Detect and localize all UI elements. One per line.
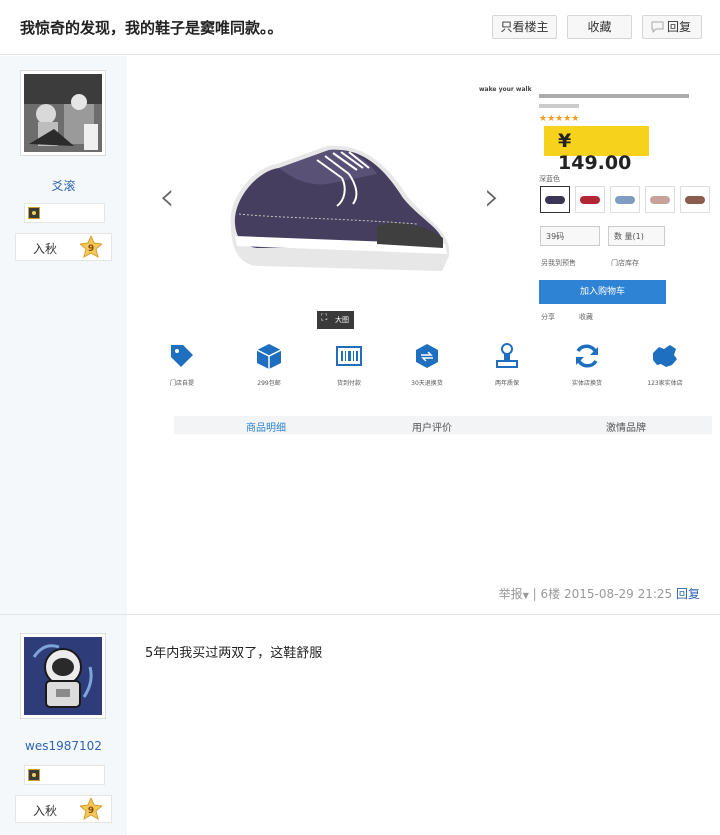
avatar-image: [24, 637, 102, 715]
swatch-navy[interactable]: [540, 186, 570, 213]
user-level: 入秋 9: [15, 795, 112, 823]
feature-cod: 货到付款: [319, 341, 379, 387]
post-content: ‹ › ⛶ 大图 wake your walk ★★★★★ ¥ 149.00 深…: [127, 56, 720, 614]
price: ¥ 149.00: [558, 130, 632, 174]
quantity-select[interactable]: 数 量(1): [608, 226, 665, 246]
swatch-pink[interactable]: [645, 186, 675, 213]
brand-tagline: wake your walk: [479, 86, 532, 93]
collect-label[interactable]: 收藏: [579, 312, 593, 322]
feature-stores: 123家实体店: [635, 341, 695, 387]
rating-stars: ★★★★★: [539, 114, 580, 124]
rank-name: 入秋: [33, 804, 58, 818]
post-content: 5年内我买过两双了，这鞋舒服: [127, 615, 720, 835]
feature-instore-exchange: 实体店换货: [557, 341, 617, 387]
badge-row: [24, 203, 105, 223]
feature-store-pickup: 门店自提: [152, 341, 212, 387]
feature-label: 两年质保: [494, 380, 519, 387]
dropdown-caret-icon: ▼: [522, 591, 529, 600]
feature-label: 货到付款: [336, 380, 361, 387]
tab-brand[interactable]: 激情品牌: [606, 419, 646, 434]
size-select[interactable]: 39码: [540, 226, 600, 246]
product-sub-blur: [539, 104, 579, 108]
post-floor-6: 爻滚 入秋 9 ‹ › ⛶ 大图 wake your walk ★★★★★ ¥ …: [0, 56, 720, 614]
username[interactable]: wes1987102: [0, 739, 127, 753]
feature-label: 实体店换货: [571, 380, 602, 387]
avatar[interactable]: [20, 633, 106, 719]
china-map-icon: [653, 345, 677, 367]
thread-title: 我惊奇的发现，我的鞋子是窦唯同款。。: [20, 19, 283, 37]
feature-warranty: 两年质保: [477, 341, 537, 387]
report-link[interactable]: 举报: [499, 587, 523, 601]
only-op-button[interactable]: 只看楼主: [492, 15, 557, 39]
price-tag: ¥ 149.00: [544, 126, 649, 174]
product-screenshot: ‹ › ⛶ 大图 wake your walk ★★★★★ ¥ 149.00 深…: [147, 66, 712, 434]
pickup-label[interactable]: 另我到预售: [541, 258, 576, 268]
feature-label: 30天退换货: [411, 380, 443, 387]
badge-row: [24, 765, 105, 785]
rank-name: 入秋: [33, 242, 58, 256]
post-reply-link[interactable]: 回复: [676, 587, 700, 601]
feature-label: 123家实体店: [647, 380, 683, 387]
post-text: 5年内我买过两双了，这鞋舒服: [145, 646, 323, 661]
prev-arrow-icon: ‹: [159, 174, 175, 220]
share-label[interactable]: 分享: [541, 312, 555, 322]
swatch-blue[interactable]: [610, 186, 640, 213]
swatch-brown[interactable]: [680, 186, 710, 213]
feature-free-shipping: 299包邮: [239, 341, 299, 387]
refresh-icon: [576, 344, 598, 368]
avatar-image: [24, 74, 102, 152]
level-star-icon: 9: [80, 798, 102, 820]
zoom-label: 大图: [335, 316, 349, 324]
meta-separator: |: [532, 587, 537, 601]
product-name-blur: [539, 94, 689, 98]
stamp-icon: [496, 343, 518, 368]
floor-number: 6楼: [540, 587, 561, 601]
store-stock-label[interactable]: 门店库存: [611, 258, 639, 268]
post-timestamp: 2015-08-29 21:25: [564, 587, 673, 601]
expand-icon: ⛶: [321, 313, 328, 323]
swatch-red[interactable]: [575, 186, 605, 213]
next-arrow-icon: ›: [484, 174, 500, 220]
product-tabs: 商品明细 用户评价 激情品牌: [174, 416, 712, 434]
badge-icon: [28, 769, 40, 781]
post-floor-7: wes1987102 入秋 9 5年内我买过两双了，这鞋舒服: [0, 615, 720, 835]
shoe-image: [230, 145, 450, 271]
user-level: 入秋 9: [15, 233, 112, 261]
author-sidebar: 爻滚 入秋 9: [0, 56, 127, 614]
favorite-button[interactable]: 收藏: [567, 15, 632, 39]
zoom-button[interactable]: ⛶ 大图: [317, 311, 354, 329]
avatar[interactable]: [20, 70, 106, 156]
level-number: 9: [88, 244, 94, 254]
return-box-icon: [416, 344, 438, 368]
author-sidebar: wes1987102 入秋 9: [0, 615, 127, 835]
comment-icon: [651, 21, 664, 33]
barcode-icon: [336, 346, 362, 366]
tab-details[interactable]: 商品明细: [246, 419, 286, 434]
feature-label: 299包邮: [257, 380, 281, 387]
thread-header: 我惊奇的发现，我的鞋子是窦唯同款。。 只看楼主 收藏 回复: [0, 0, 720, 55]
level-star-icon: 9: [80, 236, 102, 258]
feature-30day-return: 30天退换货: [397, 341, 457, 387]
reply-button[interactable]: 回复: [642, 15, 702, 39]
box-icon: [256, 344, 282, 369]
reply-button-label: 回复: [666, 20, 691, 34]
feature-label: 门店自提: [169, 380, 194, 387]
add-to-cart-button[interactable]: 加入购物车: [539, 280, 666, 304]
post-meta: 举报▼ | 6楼 2015-08-29 21:25 回复: [499, 585, 700, 602]
badge-icon: [28, 207, 40, 219]
username[interactable]: 爻滚: [0, 177, 127, 194]
color-label: 深蓝色: [539, 175, 560, 183]
tab-reviews[interactable]: 用户评价: [412, 419, 452, 434]
tag-icon: [171, 345, 193, 367]
level-number: 9: [88, 806, 94, 816]
